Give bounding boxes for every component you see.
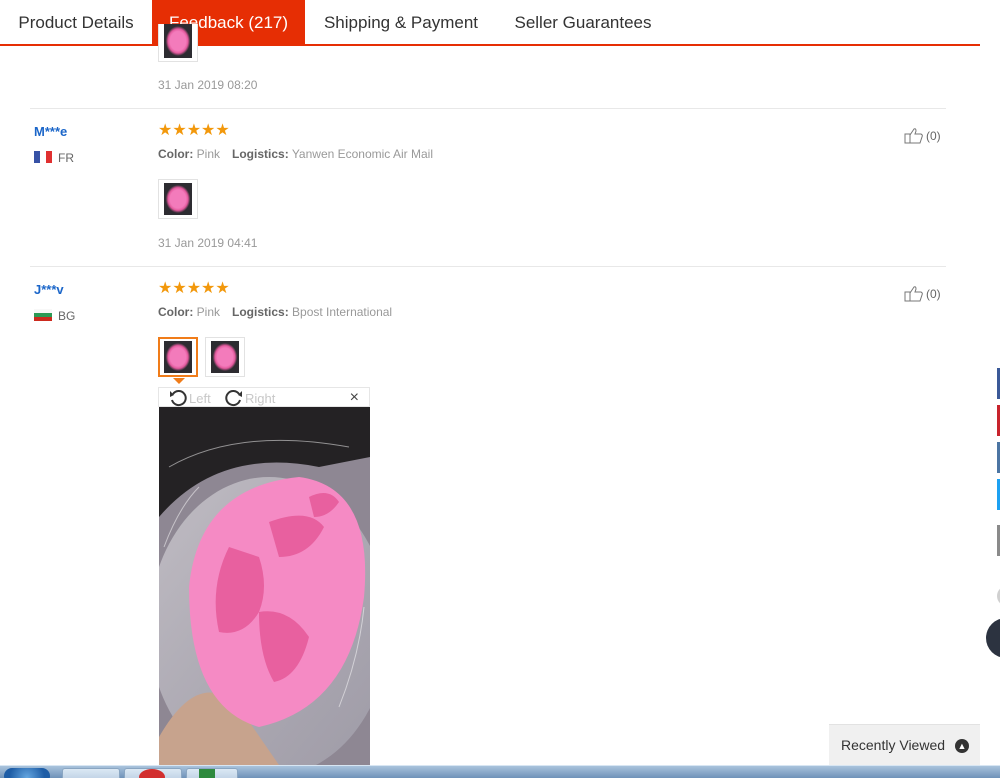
helpful-count: (0)	[926, 129, 941, 143]
reviewer-country: BG	[34, 309, 75, 323]
rotate-right-button[interactable]: Right	[225, 389, 275, 407]
os-taskbar	[0, 765, 1000, 778]
logistics-label: Logistics:	[232, 147, 289, 161]
review-thumbnail[interactable]	[158, 179, 198, 219]
helpful-count: (0)	[926, 287, 941, 301]
close-viewer-button[interactable]: ×	[350, 389, 359, 407]
country-code: BG	[58, 309, 76, 323]
review-divider	[30, 266, 946, 267]
thumbnail-pointer	[173, 378, 185, 384]
tab-product-details[interactable]: Product Details	[0, 0, 152, 44]
tab-shipping-payment[interactable]: Shipping & Payment	[305, 0, 497, 44]
review-date: 31 Jan 2019 08:20	[158, 78, 258, 92]
reviewer-country: FR	[34, 151, 74, 165]
review-attributes: Color: Pink Logistics: Yanwen Economic Ai…	[158, 147, 433, 161]
review-thumbnail-selected[interactable]	[158, 337, 198, 377]
review-divider	[30, 108, 946, 109]
review-date: 31 Jan 2019 04:41	[158, 236, 258, 250]
thumbs-up-icon	[904, 128, 923, 144]
rotate-left-icon	[170, 390, 187, 407]
logistics-label: Logistics:	[232, 305, 289, 319]
back-to-top-button[interactable]	[986, 618, 1000, 658]
helpful-button[interactable]: (0)	[904, 285, 941, 302]
rotate-right-label: Right	[245, 391, 276, 406]
logistics-value: Bpost International	[292, 305, 393, 319]
rotate-right-icon	[225, 390, 242, 407]
color-value: Pink	[196, 147, 221, 161]
reviewer-name: M***e	[34, 124, 68, 139]
review-thumbnail[interactable]	[158, 24, 198, 62]
rotate-left-label: Left	[189, 391, 211, 406]
recently-viewed-label: Recently Viewed	[841, 737, 946, 753]
reviewer-name: J***v	[34, 282, 64, 297]
star-rating: ★★★★★	[158, 280, 230, 297]
rotate-left-button[interactable]: Left	[169, 389, 211, 407]
chevron-up-icon: ▲	[955, 739, 969, 753]
color-label: Color:	[158, 305, 194, 319]
tab-seller-guarantees[interactable]: Seller Guarantees	[497, 0, 669, 44]
color-value: Pink	[196, 305, 221, 319]
color-label: Color:	[158, 147, 194, 161]
review-thumbnail[interactable]	[205, 337, 245, 377]
image-viewer-toolbar: Left Right ×	[158, 387, 370, 407]
star-rating: ★★★★★	[158, 122, 230, 139]
flag-bg-icon	[34, 309, 52, 321]
helpful-button[interactable]: (0)	[904, 127, 941, 144]
review-photo-large	[159, 407, 370, 765]
logistics-value: Yanwen Economic Air Mail	[291, 147, 433, 161]
recently-viewed-bar[interactable]: Recently Viewed ▲	[829, 724, 980, 765]
butterfly-mold-photo	[159, 407, 370, 765]
system-tray	[822, 769, 892, 777]
detail-tabs: Product Details Feedback (217) Shipping …	[0, 0, 980, 46]
flag-fr-icon	[34, 151, 52, 163]
thumbs-up-icon	[904, 286, 923, 302]
review-attributes: Color: Pink Logistics: Bpost Internationa…	[158, 305, 392, 319]
product-page: Product Details Feedback (217) Shipping …	[0, 0, 980, 765]
country-code: FR	[58, 151, 74, 165]
